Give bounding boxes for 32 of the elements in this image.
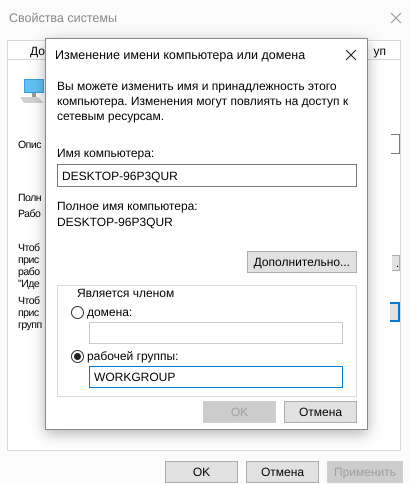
radio-button[interactable] <box>71 306 84 318</box>
description-label: Опис <box>18 139 41 151</box>
tab[interactable]: уп <box>370 41 400 59</box>
dialog-button[interactable]: Отмена <box>246 461 319 483</box>
paragraph-line: прис <box>18 254 39 266</box>
paragraph-line: групп <box>18 319 42 331</box>
dialog-title: Изменение имени компьютера или домена <box>55 48 306 62</box>
paragraph-line: прис <box>18 307 39 319</box>
radio-label: рабочей группы: <box>87 349 178 363</box>
input-field[interactable]: WORKGROUP <box>89 366 343 388</box>
full-name-value: DESKTOP-96P3QUR <box>57 215 174 229</box>
paragraph-line: "Иде <box>18 278 40 290</box>
field-label: Полное имя компьютера: <box>57 199 199 213</box>
input-field[interactable] <box>391 134 400 154</box>
more-button[interactable]: Дополнительно... <box>246 251 357 273</box>
paragraph-line: Чтоб <box>18 242 40 254</box>
full-name-label: Полн <box>18 192 42 204</box>
dialog-button[interactable]: Отмена <box>284 401 357 423</box>
radio-button[interactable] <box>71 350 84 362</box>
computer-icon <box>18 77 46 105</box>
workgroup-label: Рабо <box>18 208 40 220</box>
side-button[interactable] <box>390 302 400 322</box>
paragraph-line: рабо <box>18 266 40 278</box>
dialog-button[interactable]: OK <box>164 461 238 483</box>
side-button[interactable]: . <box>392 255 400 271</box>
description-text: Вы можете изменить имя и принадлежность этого компьютера. Изменения могут повлиять на доступ к сетевым ресурсам. <box>57 79 350 124</box>
window-title: Свойства системы <box>9 11 117 25</box>
computer-name-field[interactable]: DESKTOP-96P3QUR <box>57 164 357 187</box>
paragraph-line: Чтоб <box>18 295 40 307</box>
field-label: Имя компьютера: <box>57 146 156 160</box>
radio-label: домена: <box>87 305 132 319</box>
close-icon[interactable] <box>345 49 357 61</box>
